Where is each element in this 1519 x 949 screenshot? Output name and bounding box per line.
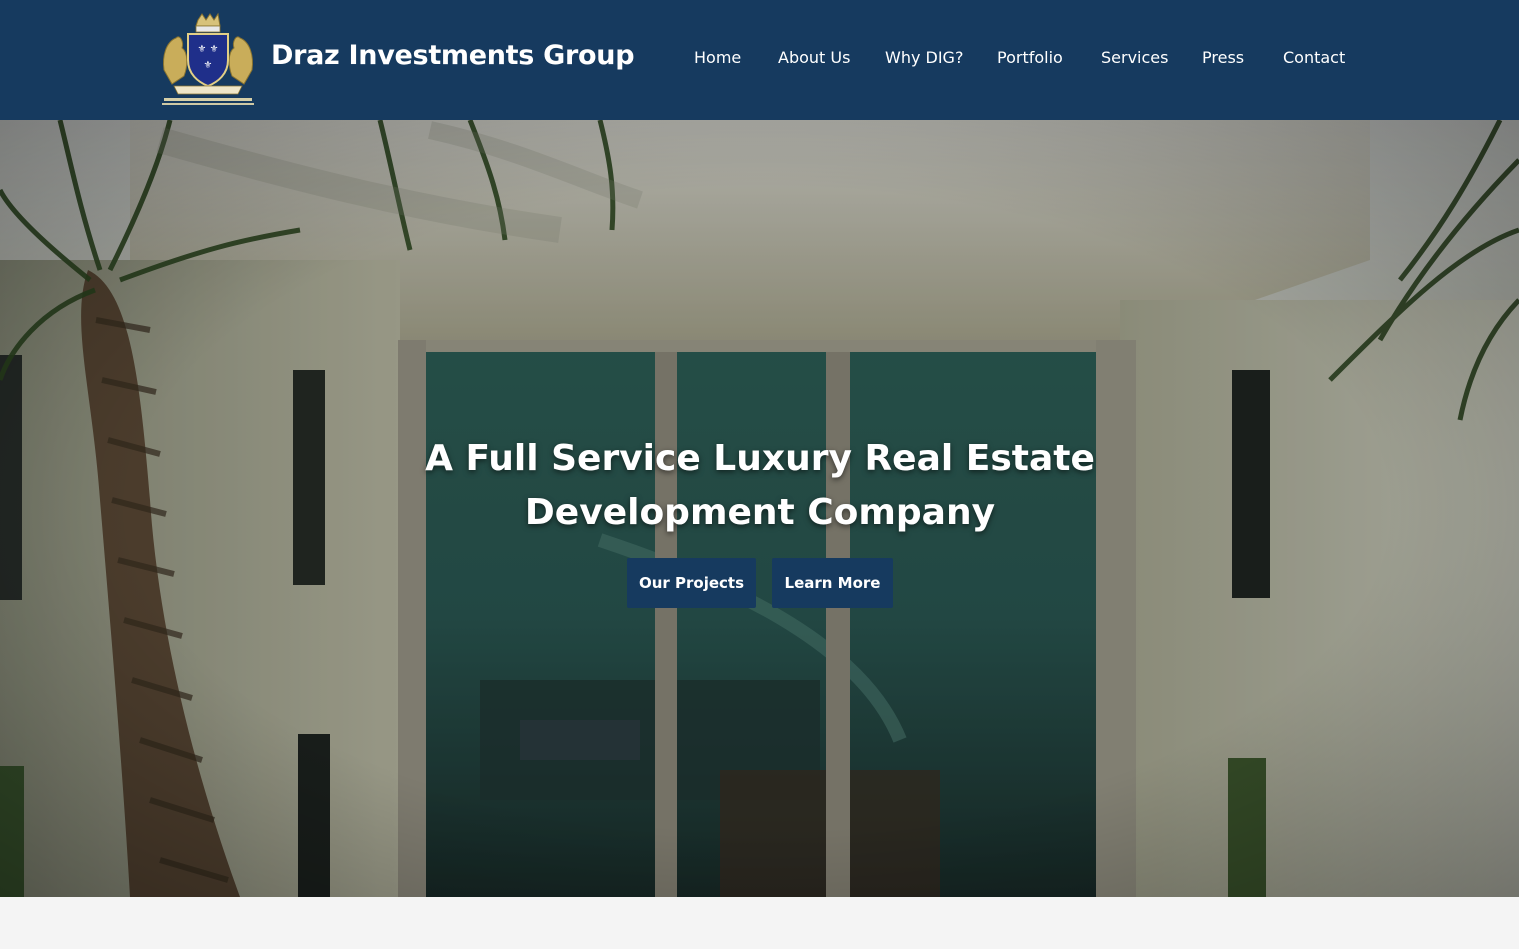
- nav-item-why-dig[interactable]: Why DIG?: [885, 48, 963, 67]
- nav-item-portfolio[interactable]: Portfolio: [997, 48, 1063, 67]
- hero-title-line-2: Development Company: [524, 492, 996, 533]
- hero-title: A Full Service Luxury Real Estate Develo…: [360, 432, 1160, 540]
- nav-item-services[interactable]: Services: [1101, 48, 1168, 67]
- nav-item-contact[interactable]: Contact: [1283, 48, 1345, 67]
- next-section-strip: [0, 897, 1519, 949]
- learn-more-button[interactable]: Learn More: [772, 558, 893, 608]
- nav-item-about-us[interactable]: About Us: [778, 48, 850, 67]
- nav-item-press[interactable]: Press: [1202, 48, 1244, 67]
- our-projects-button[interactable]: Our Projects: [627, 558, 756, 608]
- site-header: ⚜ ⚜ ⚜ Draz Investments Group Home About …: [0, 0, 1519, 120]
- main-nav: Home About Us Why DIG? Portfolio Service…: [0, 48, 1519, 72]
- hero-title-line-1: A Full Service Luxury Real Estate: [425, 438, 1095, 479]
- hero-section: A Full Service Luxury Real Estate Develo…: [0, 120, 1519, 897]
- nav-item-home[interactable]: Home: [694, 48, 741, 67]
